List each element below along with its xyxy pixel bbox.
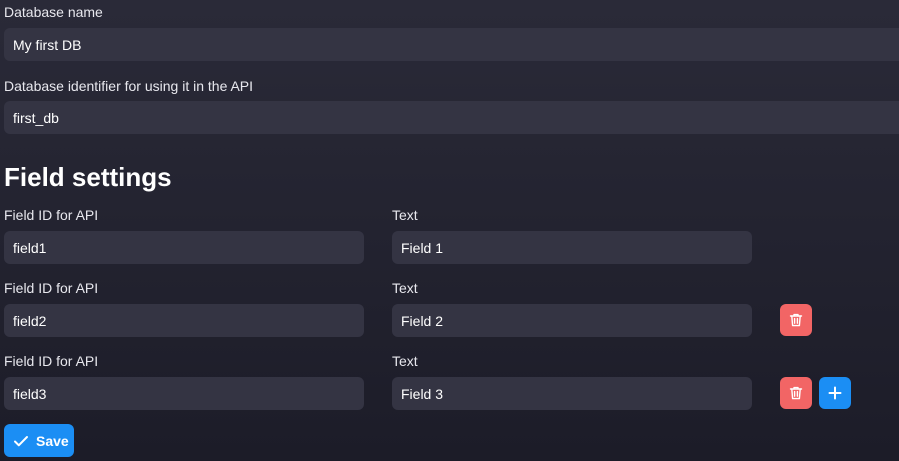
field-id-input[interactable]	[4, 304, 364, 337]
delete-field-button[interactable]	[780, 377, 812, 409]
field-text-input[interactable]	[392, 304, 752, 337]
save-button[interactable]: Save	[4, 424, 74, 457]
plus-icon	[828, 386, 842, 400]
trash-icon	[789, 386, 803, 400]
database-name-input[interactable]	[4, 28, 899, 61]
field-text-input[interactable]	[392, 231, 752, 264]
database-name-label: Database name	[4, 4, 103, 20]
add-field-button[interactable]	[819, 377, 851, 409]
trash-icon	[789, 313, 803, 327]
database-identifier-label: Database identifier for using it in the …	[4, 78, 254, 94]
save-button-label: Save	[36, 432, 69, 449]
field-text-label: Text	[392, 353, 418, 369]
field-id-input[interactable]	[4, 377, 364, 410]
field-id-label: Field ID for API	[4, 280, 99, 296]
database-identifier-input[interactable]	[4, 101, 899, 134]
field-id-label: Field ID for API	[4, 353, 99, 369]
check-icon	[13, 433, 29, 449]
field-text-label: Text	[392, 280, 418, 296]
field-text-input[interactable]	[392, 377, 752, 410]
field-id-input[interactable]	[4, 231, 364, 264]
delete-field-button[interactable]	[780, 304, 812, 336]
field-settings-heading: Field settings	[4, 162, 172, 192]
field-id-label: Field ID for API	[4, 207, 99, 223]
field-text-label: Text	[392, 207, 418, 223]
